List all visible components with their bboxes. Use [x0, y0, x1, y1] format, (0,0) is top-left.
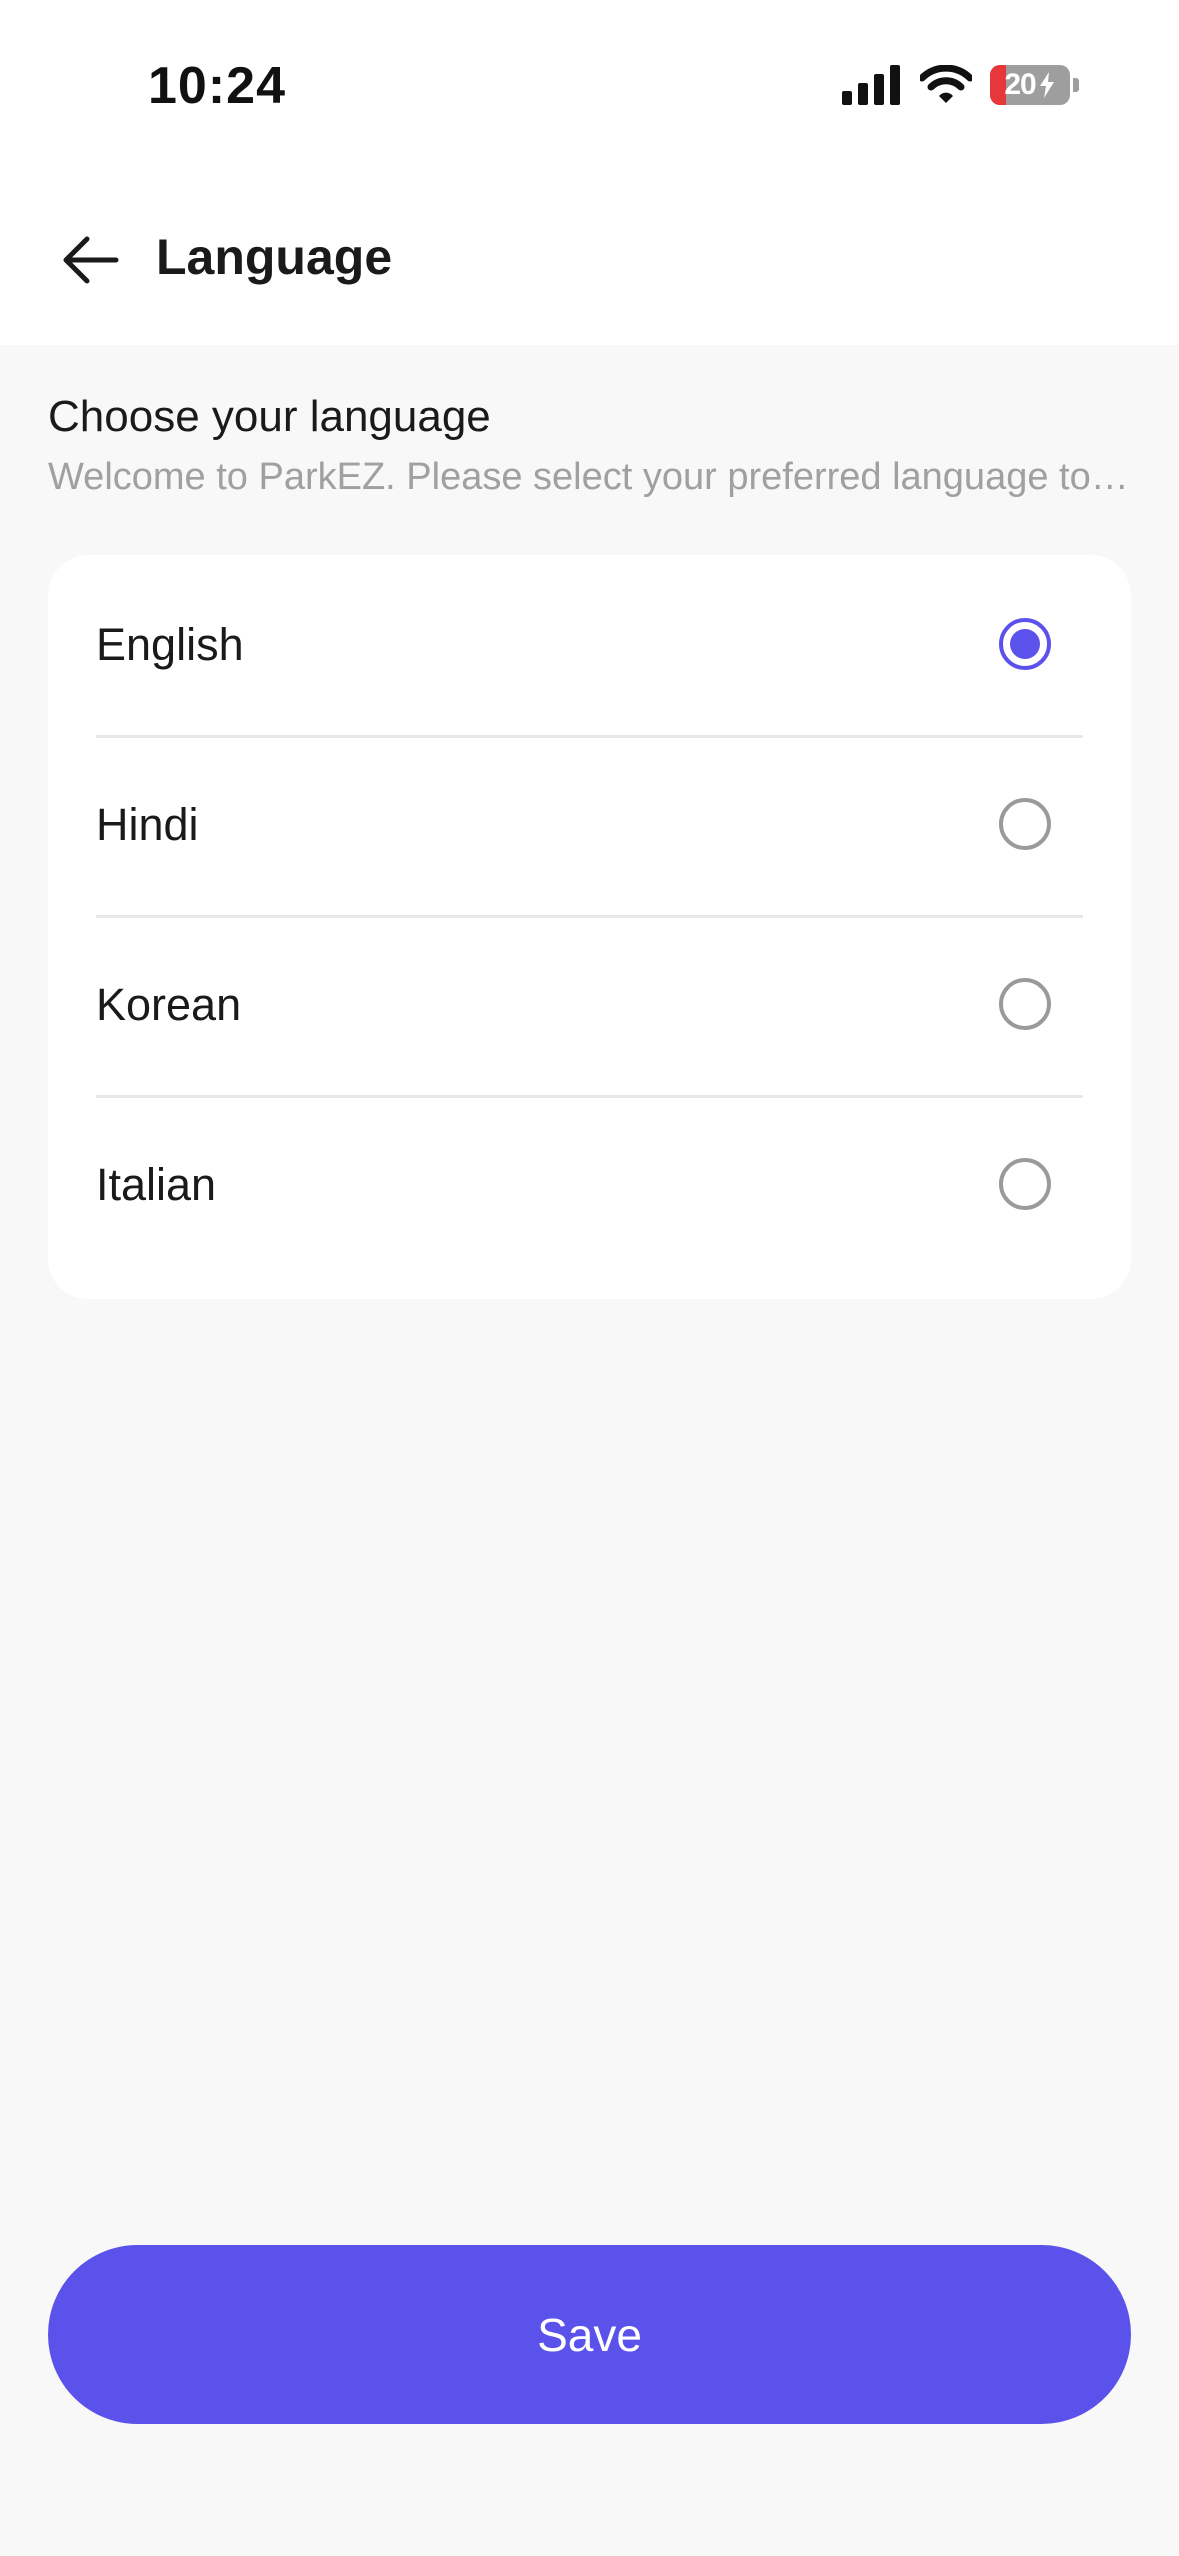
- language-option-korean[interactable]: Korean: [96, 915, 1083, 1098]
- radio-unselected-icon[interactable]: [999, 978, 1051, 1030]
- language-label: English: [96, 619, 244, 670]
- radio-selected-icon[interactable]: [999, 618, 1051, 670]
- back-button[interactable]: [52, 222, 128, 298]
- status-bar: 10:24 20: [0, 0, 1179, 172]
- battery-nub: [1073, 78, 1079, 92]
- radio-unselected-icon[interactable]: [999, 798, 1051, 850]
- status-time: 10:24: [148, 57, 286, 115]
- language-option-english[interactable]: English: [96, 555, 1083, 738]
- section-subtitle: Welcome to ParkEZ. Please select your pr…: [48, 456, 1130, 498]
- cellular-signal-icon: [842, 65, 900, 105]
- arrow-left-icon: [63, 236, 119, 284]
- language-option-hindi[interactable]: Hindi: [96, 735, 1083, 918]
- battery-level: 20: [1004, 68, 1036, 101]
- page-title: Language: [156, 229, 393, 285]
- language-label: Italian: [96, 1159, 217, 1210]
- wifi-icon: [920, 65, 972, 103]
- save-button[interactable]: Save: [48, 2245, 1131, 2424]
- status-icons: 20: [842, 60, 1079, 110]
- section-title: Choose your language: [48, 392, 491, 441]
- language-label: Korean: [96, 979, 242, 1030]
- language-option-italian[interactable]: Italian: [96, 1095, 1083, 1275]
- language-label: Hindi: [96, 799, 199, 850]
- app-header: Language: [0, 172, 1179, 345]
- battery-charging-icon: 20: [990, 65, 1070, 105]
- language-list: English Hindi Korean Italian: [48, 555, 1131, 1299]
- radio-unselected-icon[interactable]: [999, 1158, 1051, 1210]
